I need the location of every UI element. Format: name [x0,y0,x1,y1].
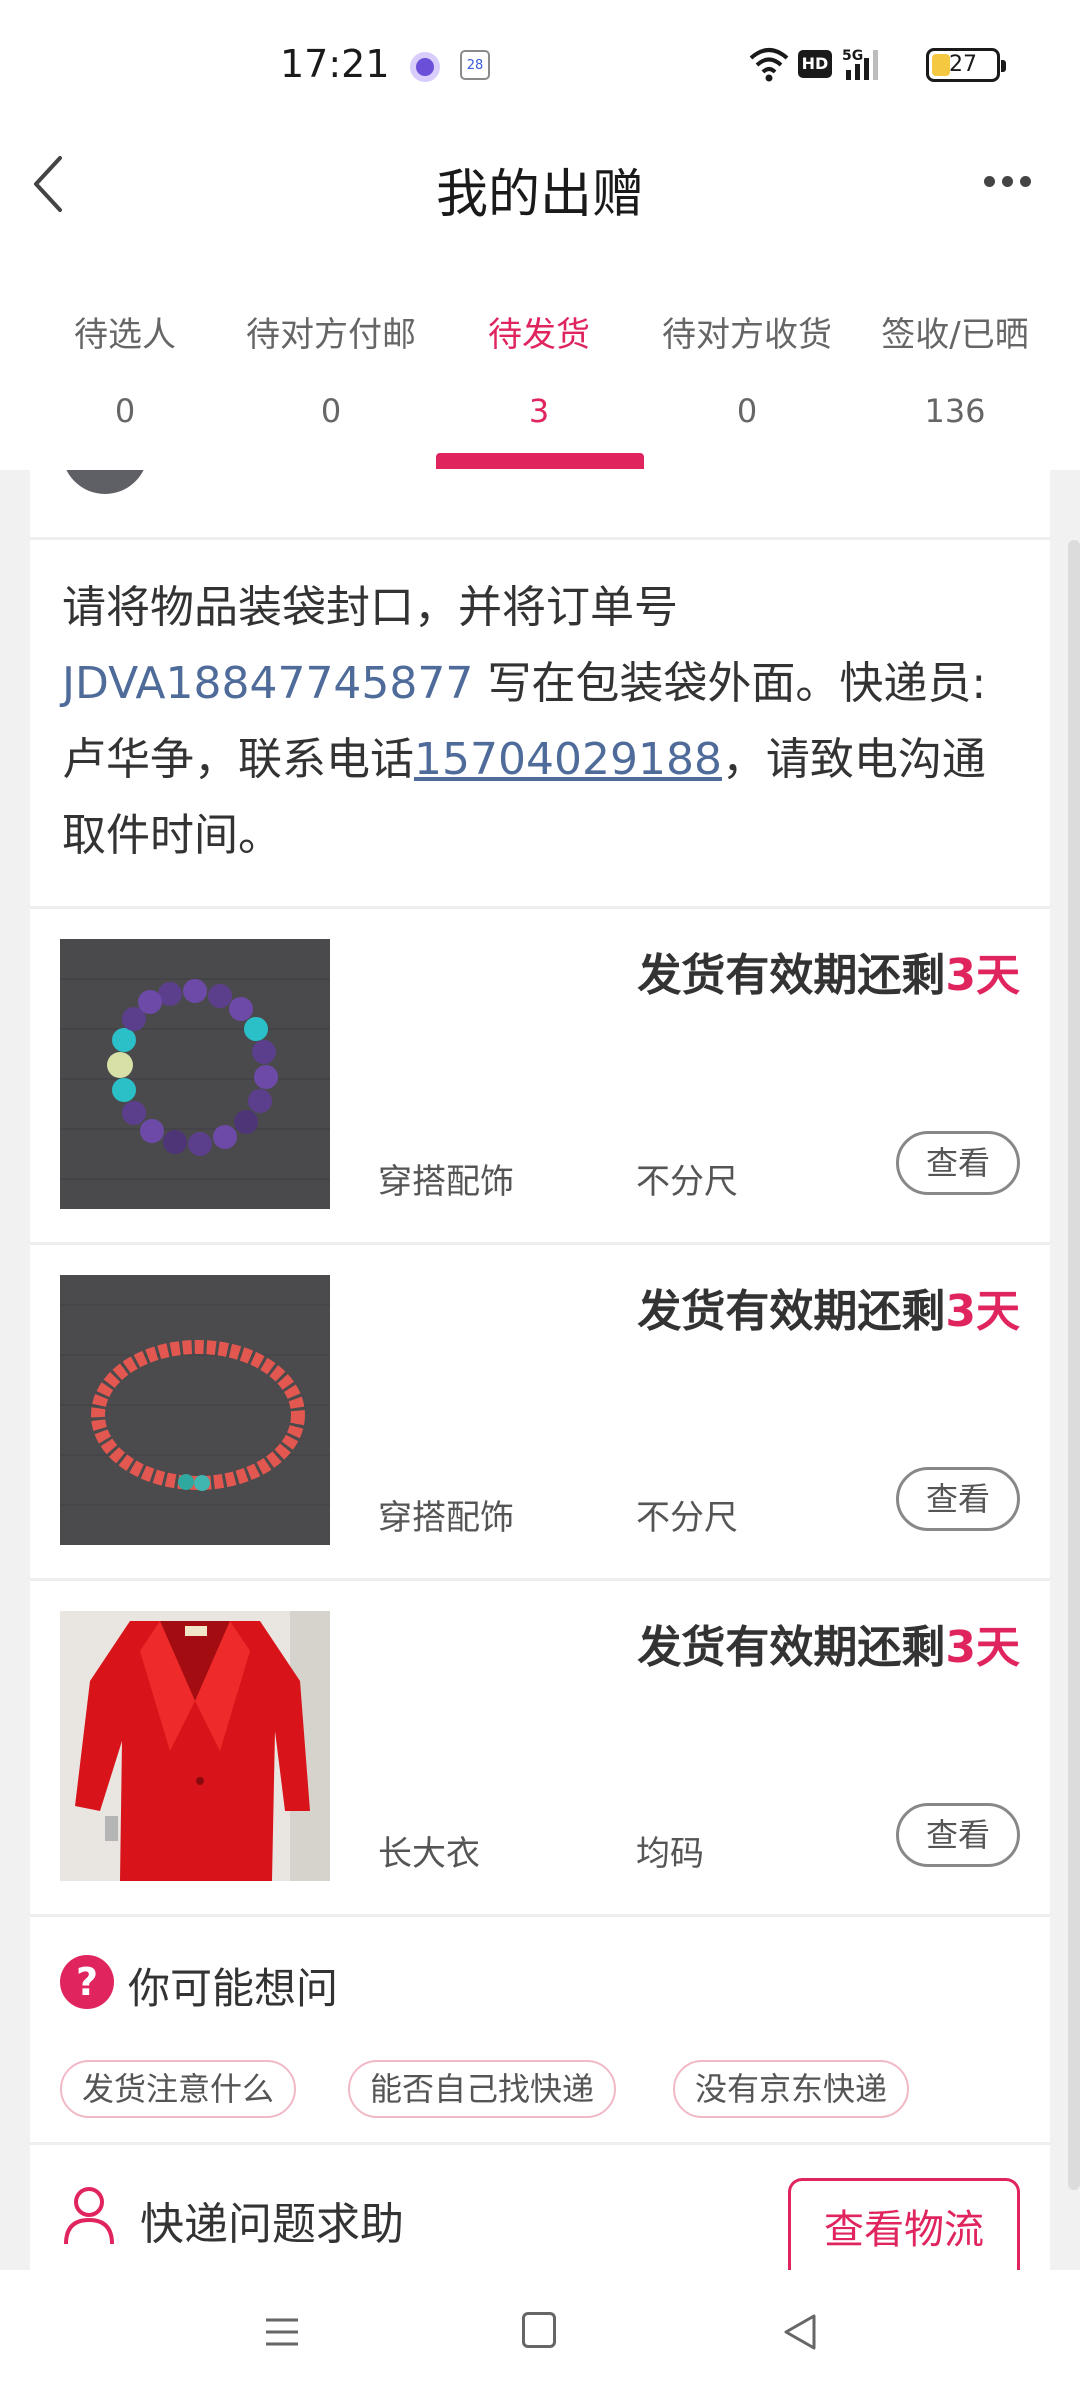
order-number: JDVA18847745877 [62,658,474,709]
tab-count: 3 [528,392,550,430]
shipping-deadline: 发货有效期还剩3天 [637,939,1020,1003]
top-nav-bar: 我的出赠 [0,130,1080,240]
deadline-label: 发货有效期还剩 [637,950,946,1001]
shipping-instructions: 请将物品装袋封口，并将订单号 JDVA18847745877 写在包装袋外面。快… [62,570,1022,874]
tab-received-shared[interactable]: 签收/已晒 136 [850,310,1060,430]
tab-awaiting-postage[interactable]: 待对方付邮 0 [226,310,436,430]
active-tab-indicator [436,453,644,469]
faq-chip-shipping-notes[interactable]: 发货注意什么 [60,2060,297,2118]
tab-label: 待发货 [488,315,590,355]
person-icon [64,2187,114,2245]
view-item-button[interactable]: 查看 [896,1803,1020,1867]
svg-text:5G: 5G [842,48,863,64]
deadline-label: 发货有效期还剩 [637,1286,946,1337]
scrollbar[interactable] [1068,540,1080,2190]
view-logistics-button[interactable]: 查看物流 [788,2178,1020,2278]
battery-icon: 27 [926,48,1006,82]
list-item: 发货有效期还剩3天 穿搭配饰 不分尺 查看 [30,1245,1050,1581]
item-size: 不分尺 [636,1498,738,1538]
item-photo-red-bracelet[interactable] [60,1275,330,1545]
avatar [62,470,148,494]
tab-count: 0 [736,392,758,430]
order-card: 请将物品装袋封口，并将订单号 JDVA18847745877 写在包装袋外面。快… [30,470,1050,2278]
tab-count: 136 [924,392,986,430]
menu-icon[interactable] [262,2312,302,2352]
more-options-icon[interactable] [984,172,1040,192]
list-item: 发货有效期还剩3天 长大衣 均码 查看 [30,1581,1050,1917]
item-photo-red-coat[interactable] [60,1611,330,1881]
calendar-icon: 28 [460,50,490,80]
hd-icon: HD [798,50,832,78]
item-size: 均码 [636,1834,704,1874]
deadline-days: 3天 [945,950,1020,1001]
tab-count: 0 [114,392,136,430]
view-item-button[interactable]: 查看 [896,1467,1020,1531]
shipping-deadline: 发货有效期还剩3天 [637,1611,1020,1675]
home-icon[interactable] [522,2312,556,2348]
battery-level: 27 [949,52,977,77]
page-title: 我的出赠 [435,165,644,225]
courier-phone-link[interactable]: 15704029188 [414,734,722,785]
courier-help-label[interactable]: 快递问题求助 [140,2188,404,2252]
instructions-prefix: 请将物品装袋封口，并将订单号 [62,582,678,633]
order-status-tabs: 待选人 0 待对方付邮 0 待发货 3 待对方收货 0 签收/已晒 136 [0,270,1080,470]
system-navigation-bar [0,2270,1080,2400]
status-bar: 17:21 28 HD 5G 27 [0,0,1080,130]
faq-section: ? 你可能想问 发货注意什么 能否自己找快递 没有京东快递 [30,1915,1050,2145]
faq-title: 你可能想问 [128,1964,339,2013]
tab-label: 签收/已晒 [881,315,1029,355]
deadline-label: 发货有效期还剩 [637,1622,946,1673]
tab-awaiting-receipt[interactable]: 待对方收货 0 [642,310,852,430]
faq-chip-no-jd-courier[interactable]: 没有京东快递 [673,2060,910,2118]
question-mark-icon: ? [60,1955,114,2009]
status-time: 17:21 [280,42,390,86]
tab-label: 待选人 [74,315,176,355]
app-notification-icon [410,52,440,82]
item-size: 不分尺 [636,1162,738,1202]
wifi-icon [749,48,789,82]
back-triangle-icon[interactable] [780,2310,820,2354]
tab-label: 待对方收货 [662,315,832,355]
signal-5g-icon: 5G [842,48,878,80]
tab-awaiting-selection[interactable]: 待选人 0 [20,310,230,430]
faq-chip-own-courier[interactable]: 能否自己找快递 [348,2060,617,2118]
tab-count: 0 [320,392,342,430]
item-category: 穿搭配饰 [378,1498,514,1538]
list-item: 发货有效期还剩3天 穿搭配饰 不分尺 查看 [30,909,1050,1245]
tab-awaiting-shipment[interactable]: 待发货 3 [434,310,644,430]
view-item-button[interactable]: 查看 [896,1131,1020,1195]
item-category: 穿搭配饰 [378,1162,514,1202]
courier-help-row: 快递问题求助 查看物流 [30,2148,1050,2278]
deadline-days: 3天 [945,1622,1020,1673]
item-category: 长大衣 [378,1834,480,1874]
shipping-deadline: 发货有效期还剩3天 [637,1275,1020,1339]
tab-label: 待对方付邮 [246,315,416,355]
item-photo-purple-bracelet[interactable] [60,939,330,1209]
deadline-days: 3天 [945,1286,1020,1337]
recipient-row [30,470,1050,540]
